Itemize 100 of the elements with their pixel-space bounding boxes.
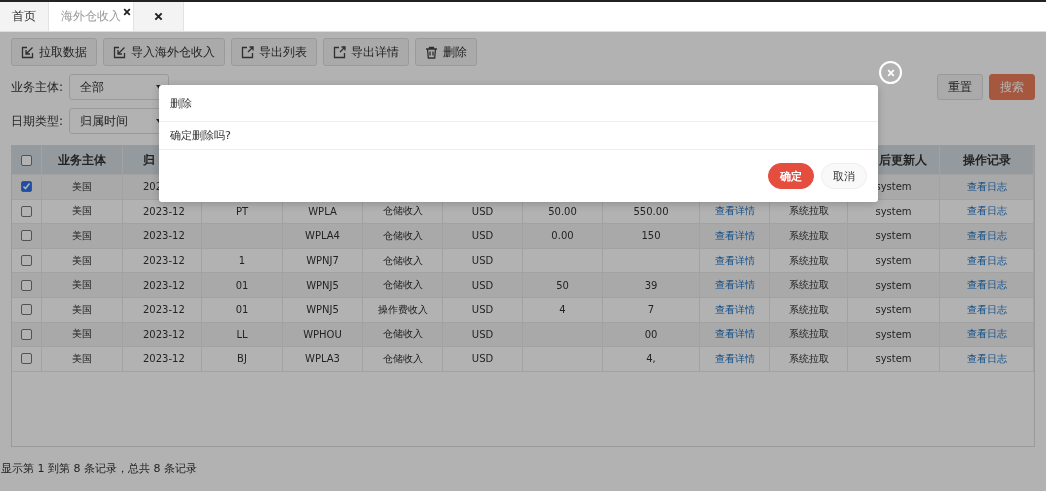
checkbox[interactable] <box>21 205 32 217</box>
toolbar-button[interactable]: 删除 <box>415 38 477 66</box>
close-icon <box>154 12 163 21</box>
table-cell: 美国 <box>72 278 92 293</box>
table-cell: WPNJ7 <box>306 255 339 267</box>
table-cell: 美国 <box>72 302 92 317</box>
table-cell: 系统拉取 <box>788 229 829 243</box>
table-link[interactable]: 查看详情 <box>714 351 755 366</box>
table-cell: 50.00 <box>548 205 577 217</box>
table-cell: system <box>875 353 912 365</box>
table-cell: system <box>875 205 912 217</box>
table-cell: LL <box>236 328 248 340</box>
table-cell: USD <box>471 279 494 291</box>
table-link[interactable]: 查看详情 <box>714 204 755 219</box>
table-cell: USD <box>471 230 494 242</box>
table-cell: 50 <box>556 279 569 291</box>
table-cell: WPLA3 <box>305 353 340 365</box>
table-cell: 美国 <box>72 253 92 268</box>
checkbox[interactable] <box>21 230 32 242</box>
table-cell: USD <box>471 255 494 267</box>
table-cell: system <box>875 279 912 291</box>
table-cell: 系统拉取 <box>788 253 829 268</box>
table-cell: 仓储收入 <box>382 278 423 293</box>
checkbox[interactable] <box>21 255 32 267</box>
table-cell: 4 <box>559 304 566 316</box>
checkbox[interactable] <box>21 304 32 316</box>
table-link[interactable]: 查看日志 <box>966 179 1007 194</box>
import-icon <box>21 45 34 59</box>
cancel-button[interactable]: 取消 <box>821 163 867 189</box>
checkbox[interactable] <box>21 181 32 193</box>
table-cell: 39 <box>644 279 658 291</box>
checkbox[interactable] <box>21 328 32 340</box>
column-header: 操作记录 <box>962 151 1011 169</box>
table-cell: USD <box>471 353 494 365</box>
table-cell: PT <box>235 205 249 217</box>
toolbar-button[interactable]: 导入海外仓收入 <box>103 38 225 66</box>
search-button[interactable]: 搜索 <box>989 74 1035 100</box>
toolbar-button[interactable]: 导出列表 <box>231 38 317 66</box>
table-cell: 00 <box>644 328 658 340</box>
table-link[interactable]: 查看日志 <box>966 204 1007 219</box>
table-link[interactable]: 查看详情 <box>714 278 755 293</box>
table-cell: 美国 <box>72 327 92 342</box>
table-cell: 仓储收入 <box>382 253 423 268</box>
table-cell: 仓储收入 <box>382 327 423 342</box>
table-cell: 系统拉取 <box>788 327 829 342</box>
table-cell: 系统拉取 <box>788 204 829 219</box>
table-cell: USD <box>471 304 494 316</box>
table-cell: system <box>875 328 912 340</box>
dialog-message: 确定删除吗? <box>170 128 231 143</box>
table-cell: WPNJ5 <box>306 304 339 316</box>
table-cell: system <box>875 230 912 242</box>
table-link[interactable]: 查看详情 <box>714 302 755 317</box>
table-link[interactable]: 查看详情 <box>714 229 755 243</box>
tab[interactable]: 首页 <box>0 2 49 31</box>
table-cell: 4, <box>646 353 656 365</box>
table-cell: USD <box>471 328 494 340</box>
confirm-button[interactable]: 确定 <box>768 163 814 189</box>
table-cell: system <box>875 304 912 316</box>
table-cell: 美国 <box>72 204 92 219</box>
export-icon <box>333 45 346 59</box>
tab[interactable] <box>134 2 184 31</box>
select-field[interactable]: 全部 <box>69 74 169 100</box>
table-cell: 仓储收入 <box>382 351 423 366</box>
filter-label: 业务主体: <box>11 78 63 96</box>
table-link[interactable]: 查看日志 <box>966 327 1007 342</box>
table-cell: WPLA <box>308 205 337 217</box>
table-cell: 2023-12 <box>143 328 185 340</box>
checkbox[interactable] <box>21 154 32 166</box>
table-link[interactable]: 查看日志 <box>966 278 1007 293</box>
table-cell: 仓储收入 <box>382 204 423 219</box>
table-link[interactable]: 查看日志 <box>966 351 1007 366</box>
table-cell: 2023-12 <box>143 255 185 267</box>
trash-icon <box>425 45 438 59</box>
table-cell: 150 <box>641 230 661 242</box>
close-button[interactable] <box>879 61 902 84</box>
table-cell: 01 <box>235 304 249 316</box>
checkbox[interactable] <box>21 279 32 291</box>
table-cell: 系统拉取 <box>788 278 829 293</box>
table-cell: 2023-12 <box>143 353 185 365</box>
table-link[interactable]: 查看日志 <box>966 229 1007 243</box>
table-cell: 系统拉取 <box>788 302 829 317</box>
table-link[interactable]: 查看日志 <box>966 302 1007 317</box>
toolbar-button[interactable]: 拉取数据 <box>11 38 97 66</box>
table-cell: 2023-12 <box>143 279 185 291</box>
table-link[interactable]: 查看日志 <box>966 253 1007 268</box>
table-cell: BJ <box>237 353 247 365</box>
table-link[interactable]: 查看详情 <box>714 253 755 268</box>
table-cell: 2023-12 <box>143 230 185 242</box>
column-header: 后更新人 <box>879 151 927 169</box>
dialog-title: 删除 <box>170 95 192 111</box>
table-cell: 美国 <box>72 229 92 243</box>
table-link[interactable]: 查看详情 <box>714 327 755 342</box>
table-cell: 01 <box>235 279 249 291</box>
reset-button[interactable]: 重置 <box>937 74 983 100</box>
column-header: 归 <box>143 151 155 169</box>
toolbar-button[interactable]: 导出详情 <box>323 38 409 66</box>
table-cell: 操作费收入 <box>377 302 428 317</box>
table-cell: 0.00 <box>551 230 574 242</box>
filter-label: 日期类型: <box>11 112 63 130</box>
checkbox[interactable] <box>21 353 32 365</box>
